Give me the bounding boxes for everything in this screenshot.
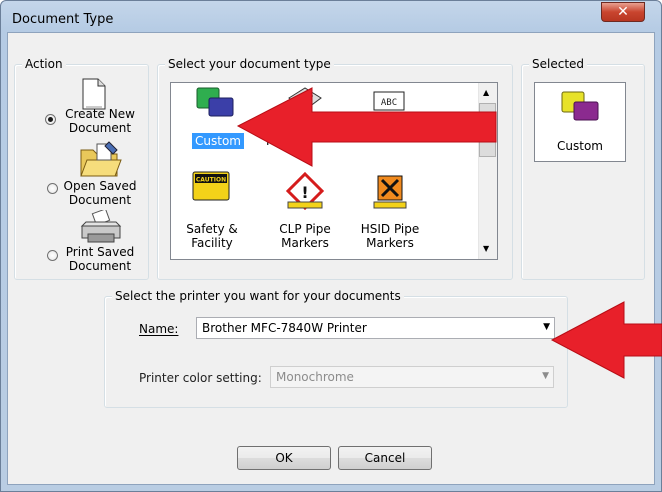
action-legend: Action <box>22 57 66 71</box>
printer-color-select[interactable]: Monochrome ▼ <box>270 366 554 388</box>
printer-color-value: Monochrome <box>276 370 354 384</box>
window-title: Document Type <box>12 12 114 27</box>
annotation-arrow-printer <box>550 301 662 379</box>
hsid-pipe-markers-icon[interactable] <box>370 172 410 210</box>
create-new-radio[interactable] <box>45 114 56 125</box>
cancel-button[interactable]: Cancel <box>338 446 432 470</box>
hsid-pipe-markers-label[interactable]: HSID Pipe Markers <box>355 222 425 250</box>
scroll-down-icon[interactable]: ▼ <box>483 244 489 253</box>
open-folder-icon[interactable] <box>79 140 123 180</box>
printer-legend: Select the printer you want for your doc… <box>112 289 404 303</box>
clp-pipe-markers-label[interactable]: CLP Pipe Markers <box>270 222 340 250</box>
new-document-icon[interactable] <box>81 78 107 110</box>
printer-name-select[interactable]: Brother MFC-7840W Printer ▼ <box>196 317 555 339</box>
clp-pipe-markers-icon[interactable]: ! <box>284 172 326 210</box>
svg-text:!: ! <box>301 183 308 202</box>
open-saved-label[interactable]: Open Saved Document <box>60 179 140 207</box>
selected-legend: Selected <box>529 57 588 71</box>
caution-text: CAUTION <box>196 177 226 184</box>
print-saved-label[interactable]: Print Saved Document <box>60 245 140 273</box>
printer-color-label: Printer color setting: <box>139 371 262 385</box>
selected-custom-icon <box>561 91 599 121</box>
selected-label: Custom <box>557 139 603 153</box>
print-saved-radio[interactable] <box>47 250 58 261</box>
printer-name-value: Brother MFC-7840W Printer <box>202 321 367 335</box>
printer-group <box>104 296 568 408</box>
printer-icon[interactable] <box>80 210 122 244</box>
custom-doc-icon[interactable] <box>195 86 237 120</box>
safety-facility-label[interactable]: Safety & Facility <box>180 222 244 250</box>
safety-facility-icon[interactable]: CAUTION <box>191 170 231 202</box>
open-saved-radio[interactable] <box>47 183 58 194</box>
printer-name-label: Name: <box>139 322 179 336</box>
close-icon: ✕ <box>617 4 629 20</box>
close-button[interactable]: ✕ <box>601 2 645 22</box>
document-type-legend: Select your document type <box>165 57 334 71</box>
create-new-label[interactable]: Create New Document <box>60 107 140 135</box>
annotation-arrow-custom <box>236 87 497 167</box>
ok-button[interactable]: OK <box>237 446 331 470</box>
